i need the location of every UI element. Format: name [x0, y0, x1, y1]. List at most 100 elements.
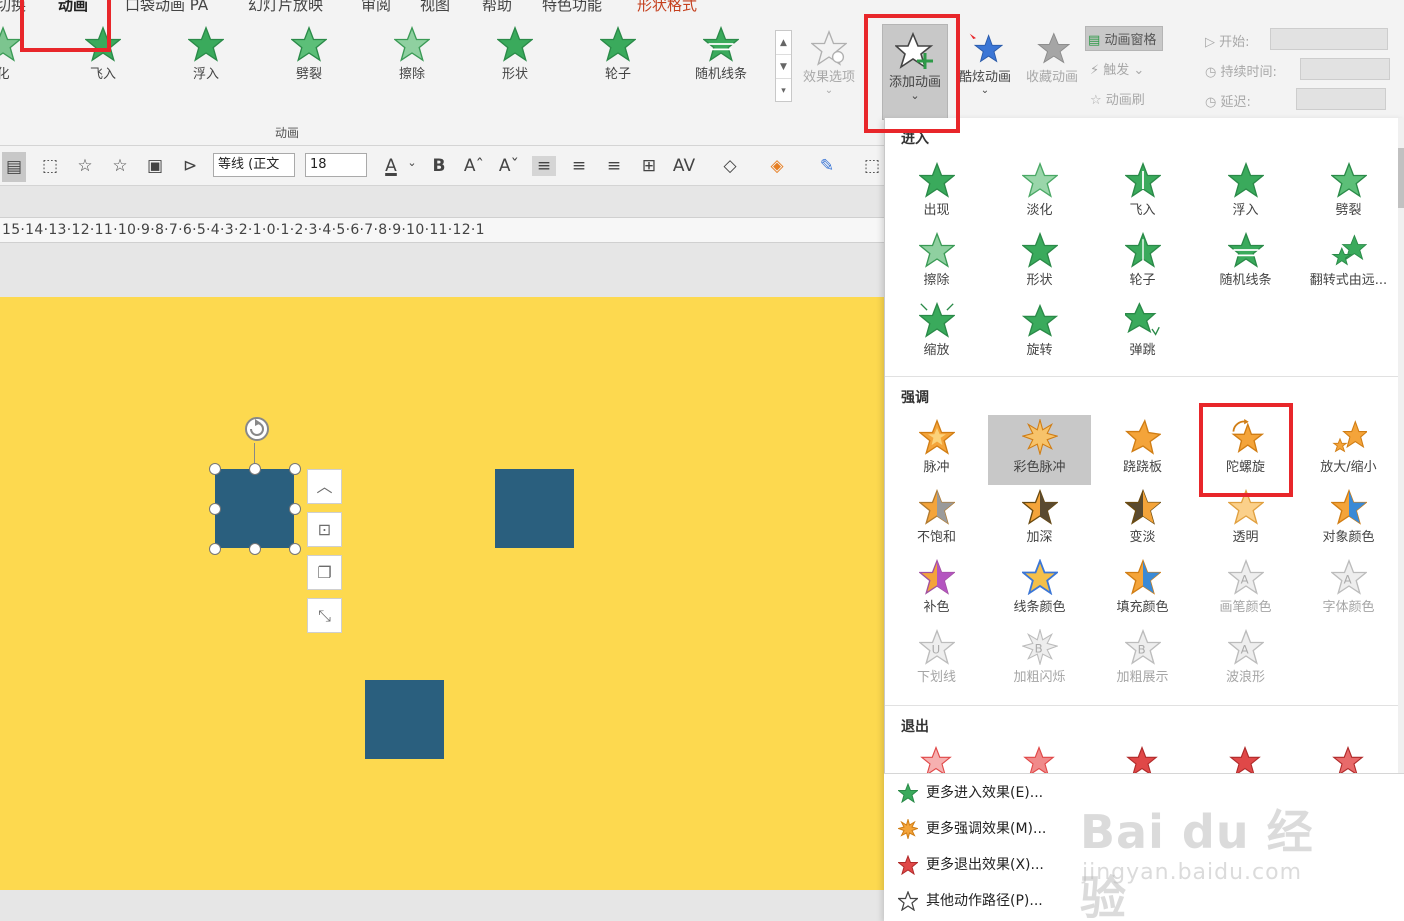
tab-view[interactable]: 视图 [420, 0, 450, 14]
gallery-up-icon[interactable]: ▲ [776, 31, 791, 55]
effect-wipe[interactable]: 擦除 [885, 228, 988, 298]
star-outline-icon[interactable]: ☆ [108, 156, 132, 176]
distribute-icon[interactable]: ⊞ [637, 156, 661, 176]
square-shape[interactable] [495, 469, 574, 548]
select-shape-icon[interactable]: ⬚ [38, 156, 62, 176]
shapes-icon[interactable]: ◇ [718, 156, 742, 176]
fill-color-icon[interactable]: ◈ [765, 156, 789, 176]
chevron-down-icon[interactable]: ⌄ [400, 156, 424, 169]
gallery-item-random-bars[interactable]: 随机线条 [676, 26, 766, 96]
effect-teeter[interactable]: 跷跷板 [1091, 415, 1194, 485]
animation-pane-button[interactable]: ▤ 动画窗格 [1085, 26, 1164, 51]
more-motion-paths[interactable]: 其他动作路径(P)... [896, 890, 1043, 912]
effect-line-color[interactable]: 线条颜色 [988, 555, 1091, 625]
effect-lighten[interactable]: 变淡 [1091, 485, 1194, 555]
star-red-icon[interactable] [918, 746, 954, 776]
gallery-item-shape[interactable]: 形状 [470, 26, 560, 96]
effect-split[interactable]: 劈裂 [1297, 158, 1400, 228]
more-emphasis-effects[interactable]: 更多强调效果(M)... [896, 817, 1046, 841]
scrollbar-thumb[interactable] [1398, 148, 1404, 208]
gallery-item-fade[interactable]: 化 [0, 26, 48, 96]
effect-appear[interactable]: 出现 [885, 158, 988, 228]
resize-handle[interactable] [209, 463, 221, 475]
effect-pulse[interactable]: 脉冲 [885, 415, 988, 485]
gallery-item-split[interactable]: 劈裂 [264, 26, 354, 96]
effect-options-button[interactable]: 效果选项 ⌄ [797, 30, 861, 96]
effect-grow-shrink[interactable]: 放大/缩小 [1297, 415, 1400, 485]
effect-shape[interactable]: 形状 [988, 228, 1091, 298]
effect-spin[interactable]: 陀螺旋 [1194, 415, 1297, 485]
star-outline-icon[interactable]: ☆ [73, 156, 97, 176]
tab-transitions[interactable]: 切换 [0, 0, 26, 14]
effect-complementary-color[interactable]: 补色 [885, 555, 988, 625]
bold-icon[interactable]: B [427, 156, 451, 176]
align-justify-icon[interactable]: ≡ [567, 156, 591, 176]
selected-square-shape[interactable] [215, 469, 294, 548]
effect-swivel[interactable]: 旋转 [988, 298, 1091, 368]
effect-grow-turn[interactable]: 翻转式由远... [1297, 228, 1400, 298]
effect-desaturate[interactable]: 不饱和 [885, 485, 988, 555]
star-red-icon[interactable] [1021, 746, 1057, 776]
duration-input[interactable] [1300, 58, 1390, 80]
grow-font-icon[interactable]: Aˆ [462, 156, 486, 176]
resize-handle[interactable] [249, 543, 261, 555]
gallery-item-float-in[interactable]: 浮入 [161, 26, 251, 96]
effect-color-pulse[interactable]: 彩色脉冲 [988, 415, 1091, 485]
more-icon[interactable]: ⬚ [860, 156, 884, 176]
char-spacing-icon[interactable]: AV [672, 156, 696, 176]
tab-review[interactable]: 审阅 [361, 0, 391, 14]
effect-float-in[interactable]: 浮入 [1194, 158, 1297, 228]
outline-color-icon[interactable]: ✎ [815, 156, 839, 176]
text-box-icon[interactable]: ▣ [143, 156, 167, 176]
tab-help[interactable]: 帮助 [482, 0, 512, 14]
gallery-item-fly-in[interactable]: 飞入 [58, 26, 148, 96]
effect-random-bars[interactable]: 随机线条 [1194, 228, 1297, 298]
play-box-icon[interactable]: ⊳ [178, 156, 202, 176]
effect-transparency[interactable]: 透明 [1194, 485, 1297, 555]
font-size-select[interactable]: 18 [305, 153, 367, 177]
more-exit-effects[interactable]: 更多退出效果(X)... [897, 854, 1044, 876]
tab-animations[interactable]: 动画 [58, 0, 88, 14]
more-entrance-effects[interactable]: 更多进入效果(E)... [897, 782, 1043, 804]
arrange-options-icon[interactable]: ❐ [307, 555, 342, 590]
add-animation-button[interactable]: 添加动画 ⌄ [882, 24, 948, 120]
resize-handle[interactable] [249, 463, 261, 475]
resize-handle[interactable] [209, 543, 221, 555]
resize-options-icon[interactable]: ⤡ [307, 598, 342, 633]
resize-handle[interactable] [209, 503, 221, 515]
dropdown-scrollbar[interactable] [1398, 118, 1404, 773]
rotate-handle-icon[interactable] [241, 413, 273, 445]
tab-slideshow[interactable]: 幻灯片放映 [248, 0, 323, 14]
slide-canvas[interactable]: ︿ ⊡ ❐ ⤡ [0, 297, 884, 890]
trigger-button[interactable]: ⚡ 触发 ⌄ [1090, 59, 1144, 78]
effect-fill-color[interactable]: 填充颜色 [1091, 555, 1194, 625]
gallery-item-wheel[interactable]: 轮子 [573, 26, 663, 96]
effect-wheel[interactable]: 轮子 [1091, 228, 1194, 298]
tab-special[interactable]: 特色功能 [542, 0, 602, 14]
align-options-icon[interactable]: ⊡ [307, 512, 342, 547]
delay-input[interactable] [1296, 88, 1386, 110]
animation-pane-toggle-icon[interactable]: ▤ [2, 152, 26, 182]
effect-object-color[interactable]: 对象颜色 [1297, 485, 1400, 555]
animation-brush-button[interactable]: ☆ 动画刷 [1090, 89, 1145, 108]
resize-handle[interactable] [289, 463, 301, 475]
effect-bounce[interactable]: 弹跳 [1091, 298, 1194, 368]
effect-zoom[interactable]: 缩放 [885, 298, 988, 368]
tab-shape-format[interactable]: 形状格式 [637, 0, 697, 14]
square-shape[interactable] [365, 680, 444, 759]
gallery-down-icon[interactable]: ▼ [776, 55, 791, 79]
align-center-icon[interactable]: ≡ [532, 156, 556, 176]
font-name-select[interactable]: 等线 (正文 [213, 153, 295, 177]
collect-animation-button[interactable]: 收藏动画 [1020, 30, 1084, 85]
layout-options-icon[interactable]: ︿ [307, 469, 342, 504]
effect-fly-in[interactable]: 飞入 [1091, 158, 1194, 228]
tab-pocket-animation[interactable]: 口袋动画 PA [125, 0, 208, 14]
gallery-item-wipe[interactable]: 擦除 [367, 26, 457, 96]
start-select[interactable] [1270, 28, 1388, 50]
resize-handle[interactable] [289, 503, 301, 515]
resize-handle[interactable] [289, 543, 301, 555]
gallery-more-icon[interactable]: ▾ [776, 79, 791, 103]
effect-fade[interactable]: 淡化 [988, 158, 1091, 228]
effect-darken[interactable]: 加深 [988, 485, 1091, 555]
gallery-scroll[interactable]: ▲ ▼ ▾ [775, 30, 792, 102]
